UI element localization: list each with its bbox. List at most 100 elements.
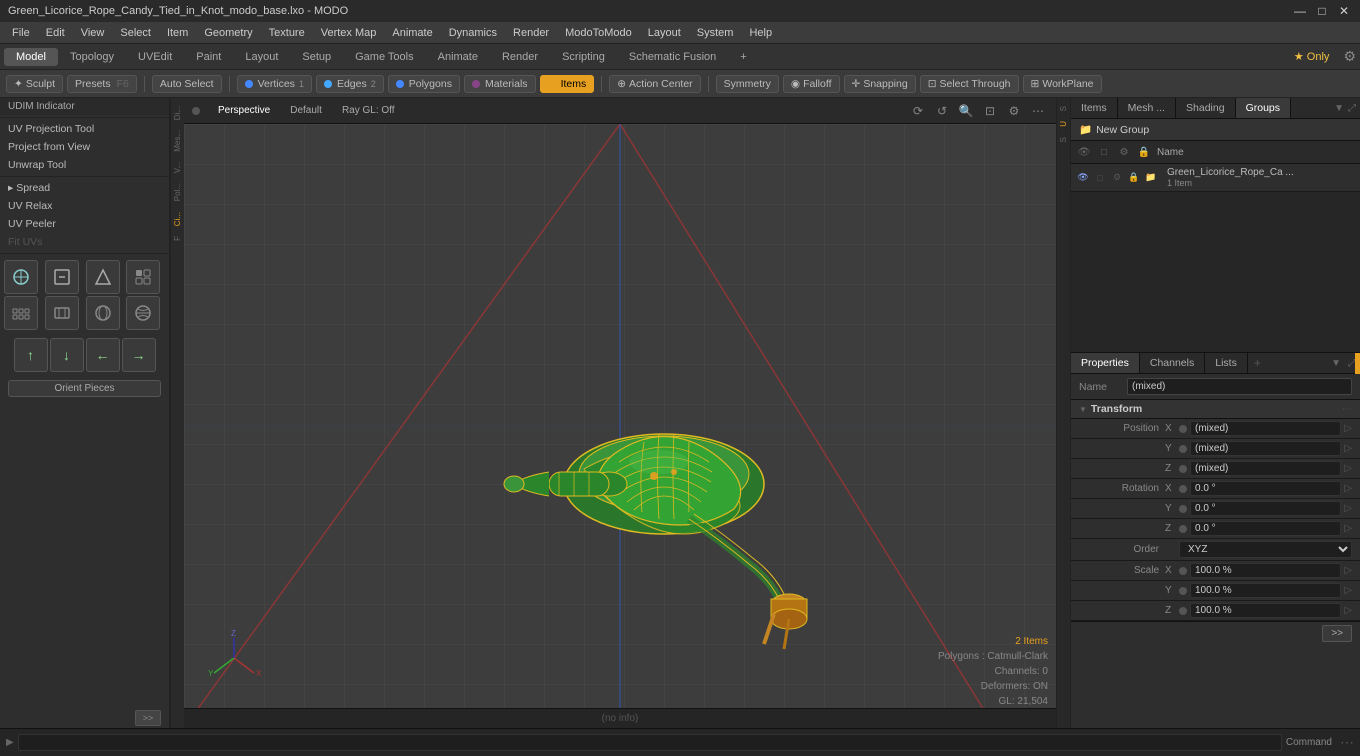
materials-button[interactable]: Materials bbox=[464, 75, 536, 93]
star-only-button[interactable]: ★ Only bbox=[1286, 48, 1338, 65]
prop-end-icon-sy[interactable]: ▷ bbox=[1344, 585, 1352, 596]
rp-item-row[interactable]: 👁 □ ⚙ 🔒 📁 Green_Licorice_Rope_Ca ... 1 I… bbox=[1071, 164, 1360, 192]
menu-render[interactable]: Render bbox=[505, 25, 557, 41]
menu-help[interactable]: Help bbox=[741, 25, 780, 41]
menu-texture[interactable]: Texture bbox=[261, 25, 313, 41]
rp-btab-channels[interactable]: Channels bbox=[1140, 353, 1205, 373]
prop-end-icon-px[interactable]: ▷ bbox=[1344, 423, 1352, 434]
tab-topology[interactable]: Topology bbox=[58, 48, 126, 66]
action-center-button[interactable]: ⊕ Action Center bbox=[609, 75, 700, 93]
tab-scripting[interactable]: Scripting bbox=[550, 48, 617, 66]
strip-label-u[interactable]: U bbox=[1059, 117, 1068, 131]
polygons-button[interactable]: Polygons bbox=[388, 75, 460, 93]
symmetry-button[interactable]: Symmetry bbox=[716, 75, 779, 93]
item-icon-eye[interactable]: 👁 bbox=[1075, 170, 1091, 186]
vp-icon-zoom[interactable]: 🔍 bbox=[956, 101, 976, 121]
strip-label-mes[interactable]: Mes... bbox=[173, 126, 182, 156]
sidebar-item-uv-peeler[interactable]: UV Peeler bbox=[0, 215, 169, 233]
rp-name-input[interactable] bbox=[1127, 378, 1352, 395]
tab-model[interactable]: Model bbox=[4, 48, 58, 66]
prop-end-icon-rz[interactable]: ▷ bbox=[1344, 523, 1352, 534]
strip-label-s2[interactable]: S bbox=[1059, 133, 1068, 146]
menu-system[interactable]: System bbox=[689, 25, 742, 41]
prop-end-icon-pz[interactable]: ▷ bbox=[1344, 463, 1352, 474]
prop-end-icon-py[interactable]: ▷ bbox=[1344, 443, 1352, 454]
rp-tab-mesh[interactable]: Mesh ... bbox=[1118, 98, 1176, 118]
col-icon-eye[interactable]: 👁 bbox=[1075, 143, 1093, 161]
rp-tab-items[interactable]: Items bbox=[1071, 98, 1118, 118]
menu-view[interactable]: View bbox=[73, 25, 113, 41]
menu-geometry[interactable]: Geometry bbox=[196, 25, 260, 41]
new-group-button[interactable]: 📁 New Group bbox=[1071, 119, 1360, 141]
rp-btab-expand-icon[interactable]: ▼ bbox=[1331, 358, 1341, 369]
item-icon-gear[interactable]: ⚙ bbox=[1109, 170, 1125, 186]
falloff-button[interactable]: ◉ Falloff bbox=[783, 75, 840, 93]
tab-settings-icon[interactable]: ⚙ bbox=[1343, 48, 1356, 65]
prop-input-sx[interactable] bbox=[1190, 563, 1341, 578]
prop-input-px[interactable] bbox=[1190, 421, 1341, 436]
prop-input-sy[interactable] bbox=[1190, 583, 1341, 598]
expand-sidebar-button[interactable]: >> bbox=[135, 710, 161, 726]
strip-label-f[interactable]: F bbox=[173, 232, 182, 245]
minimize-button[interactable]: — bbox=[1292, 4, 1308, 18]
menu-modomodo[interactable]: ModoToModo bbox=[557, 25, 640, 41]
vp-icon-settings[interactable]: ⚙ bbox=[1004, 101, 1024, 121]
prop-section-options-icon[interactable]: ⋯ bbox=[1342, 404, 1352, 415]
select-through-button[interactable]: ⊡ Select Through bbox=[920, 75, 1019, 93]
tool-icon-8[interactable] bbox=[126, 296, 160, 330]
tab-setup[interactable]: Setup bbox=[290, 48, 343, 66]
tab-add[interactable]: + bbox=[728, 48, 758, 66]
arrow-up-icon[interactable]: ↑ bbox=[14, 338, 48, 372]
strip-label-v[interactable]: V... bbox=[173, 158, 182, 177]
arrow-right-icon[interactable]: → bbox=[122, 338, 156, 372]
menu-item[interactable]: Item bbox=[159, 25, 196, 41]
edges-button[interactable]: Edges 2 bbox=[316, 75, 384, 93]
sidebar-item-fit-uvs[interactable]: Fit UVs bbox=[0, 233, 169, 251]
item-icon-folder[interactable]: 📁 bbox=[1143, 170, 1159, 186]
tab-render[interactable]: Render bbox=[490, 48, 550, 66]
arrow-down-icon[interactable]: ↓ bbox=[50, 338, 84, 372]
apply-button[interactable]: >> bbox=[1322, 625, 1352, 642]
tool-icon-6[interactable] bbox=[45, 296, 79, 330]
menu-select[interactable]: Select bbox=[112, 25, 159, 41]
prop-input-rz[interactable] bbox=[1190, 521, 1341, 536]
sculpt-button[interactable]: ✦ Sculpt bbox=[6, 75, 63, 93]
close-button[interactable]: ✕ bbox=[1336, 4, 1352, 18]
menu-animate[interactable]: Animate bbox=[384, 25, 440, 41]
tool-icon-4[interactable] bbox=[126, 260, 160, 294]
prop-section-transform-header[interactable]: ▼ Transform ⋯ bbox=[1071, 400, 1360, 419]
prop-end-icon-sx[interactable]: ▷ bbox=[1344, 565, 1352, 576]
prop-end-icon-ry[interactable]: ▷ bbox=[1344, 503, 1352, 514]
tool-icon-1[interactable] bbox=[4, 260, 38, 294]
col-icon-gear[interactable]: ⚙ bbox=[1115, 143, 1133, 161]
rp-btab-lists[interactable]: Lists bbox=[1205, 353, 1248, 373]
menu-file[interactable]: File bbox=[4, 25, 38, 41]
sidebar-item-spread[interactable]: ▸ Spread bbox=[0, 179, 169, 197]
viewport-raygl-btn[interactable]: Ray GL: Off bbox=[336, 103, 401, 118]
vp-icon-more[interactable]: ⋯ bbox=[1028, 101, 1048, 121]
maximize-button[interactable]: □ bbox=[1314, 4, 1330, 18]
menu-dynamics[interactable]: Dynamics bbox=[441, 25, 505, 41]
prop-dropdown-order[interactable]: XYZ XZY YXZ YZX ZXY ZYX bbox=[1179, 541, 1352, 558]
items-button[interactable]: Items bbox=[540, 75, 595, 93]
strip-label-s1[interactable]: S bbox=[1059, 102, 1068, 115]
prop-end-icon-rx[interactable]: ▷ bbox=[1344, 483, 1352, 494]
tab-gametools[interactable]: Game Tools bbox=[343, 48, 426, 66]
tool-icon-2[interactable] bbox=[45, 260, 79, 294]
auto-select-button[interactable]: Auto Select bbox=[152, 75, 222, 93]
item-icon-lock[interactable]: 🔒 bbox=[1126, 170, 1142, 186]
viewport-default-btn[interactable]: Default bbox=[284, 103, 328, 118]
rp-btab-properties[interactable]: Properties bbox=[1071, 353, 1140, 373]
presets-button[interactable]: Presets F6 bbox=[67, 75, 137, 93]
tab-schematic[interactable]: Schematic Fusion bbox=[617, 48, 728, 66]
rp-tab-shading[interactable]: Shading bbox=[1176, 98, 1236, 118]
item-icon-box[interactable]: □ bbox=[1092, 170, 1108, 186]
tab-uvedit[interactable]: UVEdit bbox=[126, 48, 184, 66]
menu-layout[interactable]: Layout bbox=[640, 25, 689, 41]
vp-icon-refresh[interactable]: ↺ bbox=[932, 101, 952, 121]
strip-label-ci[interactable]: Ci... bbox=[173, 208, 182, 230]
command-input[interactable] bbox=[18, 734, 1282, 751]
col-icon-lock[interactable]: 🔒 bbox=[1135, 143, 1153, 161]
viewport-canvas[interactable]: X Y Z 2 Items Polygons : Catmull-Clark C… bbox=[184, 124, 1056, 728]
sidebar-item-uv-projection[interactable]: UV Projection Tool bbox=[0, 120, 169, 138]
